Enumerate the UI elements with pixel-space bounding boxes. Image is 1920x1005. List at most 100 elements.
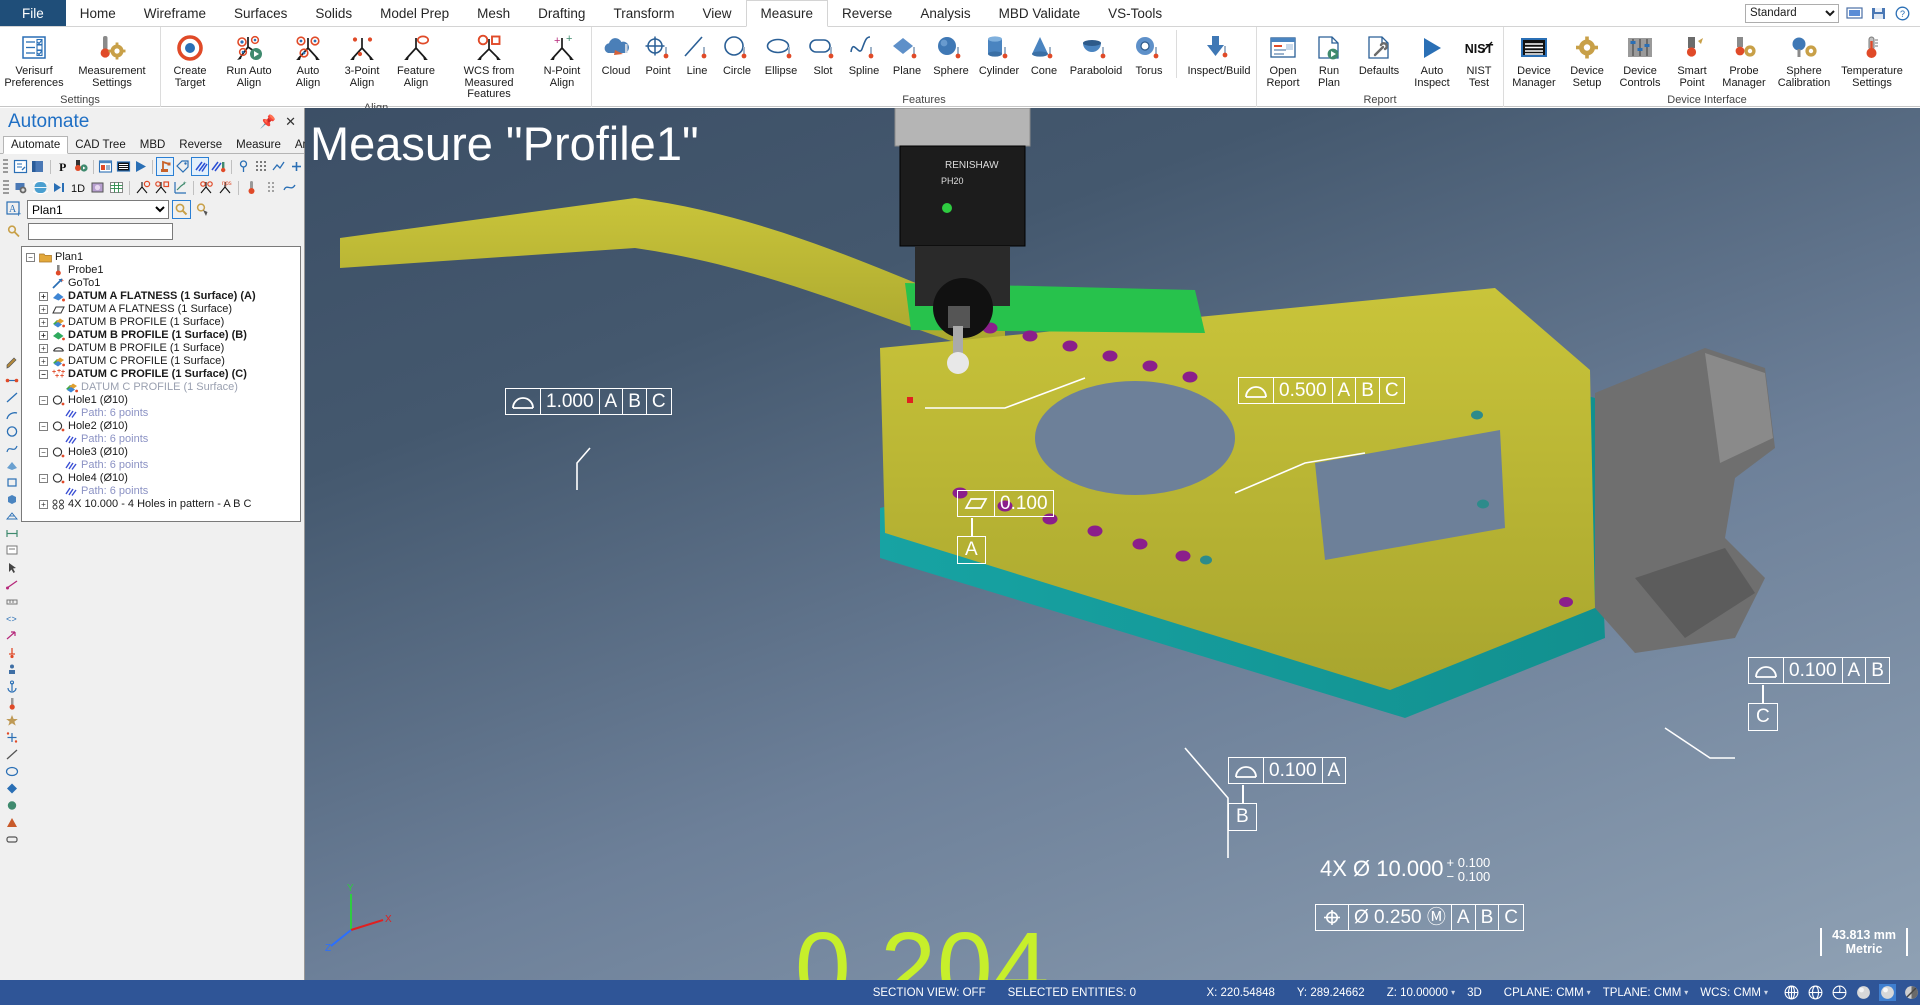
tree-expander-minus[interactable]: − (39, 448, 48, 457)
tree-node[interactable]: + DATUM A FLATNESS (1 Surface) (26, 303, 300, 316)
magnifier-icon[interactable] (172, 200, 191, 219)
plus-icon[interactable] (288, 158, 304, 175)
shape-icon[interactable] (3, 475, 20, 490)
tab-vs-tools[interactable]: VS-Tools (1094, 0, 1176, 26)
one-d-icon[interactable]: 1D (70, 179, 87, 196)
sphere-button[interactable]: Sphere (928, 30, 974, 78)
surface-small-icon[interactable] (3, 458, 20, 473)
dock-tab-cad-tree[interactable]: CAD Tree (68, 136, 133, 153)
cursor-icon[interactable] (3, 560, 20, 575)
tree-node[interactable]: Path: 6 points (26, 459, 300, 472)
help-icon[interactable]: ? (1894, 6, 1911, 21)
tree-node[interactable]: − Hole2 (Ø10) (26, 420, 300, 433)
chevron-down-icon-2[interactable]: ▾ (1586, 988, 1592, 997)
dim-icon[interactable] (3, 526, 20, 541)
tree-expander-plus[interactable]: + (39, 318, 48, 327)
tree-expander-plus[interactable]: + (39, 344, 48, 353)
wcs-from-measured-features-button[interactable]: WCS from Measured Features (443, 30, 535, 101)
status-view-mode[interactable]: 3D (1456, 987, 1493, 999)
slash-icon[interactable] (3, 747, 20, 762)
dot-icon[interactable] (3, 798, 20, 813)
status-section-view[interactable]: SECTION VIEW: OFF (862, 987, 997, 999)
tree-node[interactable]: Path: 6 points (26, 433, 300, 446)
pin-icon[interactable]: 📌 (260, 114, 276, 130)
device-controls-button[interactable]: Device Controls (1612, 30, 1668, 89)
inspect-build-button[interactable]: Inspect/Build (1176, 30, 1254, 78)
tab-file[interactable]: File (0, 0, 66, 26)
hidden-line-icon[interactable] (1831, 984, 1848, 1001)
tree-node[interactable]: − Plan1 (26, 251, 300, 264)
status-wcs[interactable]: WCS: CMM (1689, 987, 1763, 999)
pick-icon[interactable] (194, 201, 211, 218)
gdt-callout-profile-0100-c[interactable]: 0.100 A B (1748, 657, 1890, 684)
toolbar-grip-2[interactable] (3, 180, 9, 195)
tree-node[interactable]: + DATUM B PROFILE (1 Surface) (B) (26, 329, 300, 342)
camera-icon[interactable] (13, 179, 30, 196)
tree-expander-minus[interactable]: − (26, 253, 35, 262)
code-icon[interactable]: <> (3, 611, 20, 626)
device-manager-button[interactable]: Device Manager (1506, 30, 1562, 89)
shade-wire-icon[interactable] (1783, 984, 1800, 1001)
person-icon[interactable] (3, 662, 20, 677)
thermo2-icon[interactable] (3, 696, 20, 711)
dots-icon[interactable] (262, 179, 279, 196)
tree-node[interactable]: +4X 10.000 - 4 Holes in pattern - A B C (26, 498, 300, 511)
tab-mesh[interactable]: Mesh (463, 0, 524, 26)
anchor-icon[interactable] (3, 679, 20, 694)
sphere-calibration-button[interactable]: Sphere Calibration (1772, 30, 1836, 89)
tree-expander-plus[interactable]: + (39, 305, 48, 314)
pencil-icon[interactable] (3, 356, 20, 371)
align-target-icon[interactable] (198, 179, 215, 196)
triangle-icon[interactable] (3, 815, 20, 830)
cone-button[interactable]: Cone (1024, 30, 1064, 78)
tree-node[interactable]: − + + + + + DATUM C PROFILE (1 Surface) (C) (26, 368, 300, 381)
circle-button[interactable]: Circle (716, 30, 758, 78)
scan-icon[interactable] (191, 157, 209, 176)
add-plan-icon[interactable]: A + (6, 201, 23, 218)
tree-node[interactable]: − Hole1 (Ø10) (26, 394, 300, 407)
auto-align-button[interactable]: Auto Align (281, 30, 335, 89)
tab-view[interactable]: View (688, 0, 745, 26)
measure-icon[interactable] (3, 577, 20, 592)
arc-icon[interactable] (3, 407, 20, 422)
save-icon[interactable] (1870, 6, 1887, 21)
gdt-callout-profile-0100-b[interactable]: 0.100 A (1228, 757, 1347, 784)
temperature-settings-button[interactable]: Temperature Settings (1836, 30, 1908, 89)
tab-analysis[interactable]: Analysis (906, 0, 984, 26)
thermometer-icon[interactable] (243, 179, 260, 196)
tab-surfaces[interactable]: Surfaces (220, 0, 301, 26)
monitor-icon[interactable] (1846, 6, 1863, 21)
tab-measure[interactable]: Measure (745, 0, 829, 27)
scale-icon[interactable] (3, 594, 20, 609)
style-select[interactable]: Standard (1745, 3, 1839, 23)
node-icon[interactable] (3, 373, 20, 388)
dock-tab-measure[interactable]: Measure (229, 136, 288, 153)
tree-node[interactable]: + DATUM B PROFILE (1 Surface) (26, 342, 300, 355)
device-setup-button[interactable]: Device Setup (1562, 30, 1612, 89)
nist-test-button[interactable]: NIST NIST Test (1457, 30, 1501, 89)
3d-viewport[interactable]: RENISHAW PH20 Measure "Profile1" 0.204 1… (305, 108, 1920, 980)
status-tplane[interactable]: TPLANE: CMM (1592, 987, 1684, 999)
tree-expander-plus[interactable]: + (39, 500, 48, 509)
n-point-align-button[interactable]: + + N-Point Align (535, 30, 589, 89)
box-icon[interactable] (3, 832, 20, 847)
tag-icon[interactable] (175, 158, 191, 175)
close-icon[interactable]: ✕ (285, 114, 296, 130)
tree-node[interactable]: Path: 6 points (26, 407, 300, 420)
table-icon[interactable] (108, 179, 125, 196)
spline-small-icon[interactable] (3, 441, 20, 456)
torus-button[interactable]: Torus (1128, 30, 1170, 78)
status-selected-entities[interactable]: SELECTED ENTITIES: 0 (997, 987, 1147, 999)
chevron-down-icon-3[interactable]: ▾ (1683, 988, 1689, 997)
chevron-down-icon-4[interactable]: ▾ (1763, 988, 1769, 997)
book-icon[interactable] (30, 158, 46, 175)
solid-icon[interactable] (3, 492, 20, 507)
tree-expander-minus[interactable]: − (39, 474, 48, 483)
tree-node[interactable]: DATUM C PROFILE (1 Surface) (26, 381, 300, 394)
circle-small-icon[interactable] (3, 424, 20, 439)
tool-icon[interactable] (236, 158, 252, 175)
play-icon[interactable] (133, 158, 149, 175)
arrow-icon[interactable] (3, 628, 20, 643)
tab-drafting[interactable]: Drafting (524, 0, 599, 26)
line-icon[interactable] (3, 390, 20, 405)
